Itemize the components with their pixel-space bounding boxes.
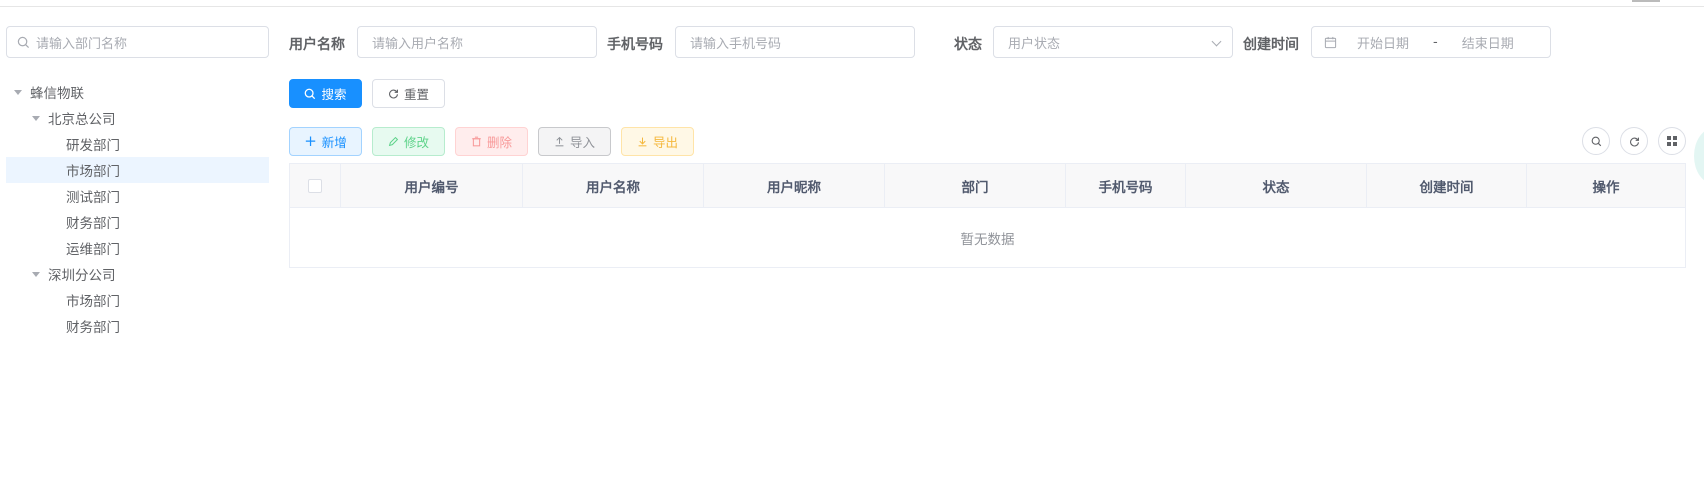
search-icon bbox=[305, 88, 316, 99]
start-date-placeholder: 开始日期 bbox=[1357, 36, 1410, 52]
column-header[interactable]: 状态 bbox=[1186, 164, 1367, 208]
column-header[interactable]: 手机号码 bbox=[1066, 164, 1186, 208]
tree-node-beijing[interactable]: 北京总公司 bbox=[6, 105, 269, 131]
status-placeholder: 用户状态 bbox=[1008, 36, 1061, 52]
upload-icon bbox=[555, 136, 564, 147]
tree-node-label: 深圳分公司 bbox=[48, 268, 116, 284]
edit-button[interactable]: 修改 bbox=[372, 127, 445, 156]
status-label: 状态 bbox=[954, 37, 982, 53]
tree-node-label: 市场部门 bbox=[66, 294, 120, 310]
caret-down-icon[interactable] bbox=[14, 89, 22, 95]
columns-button[interactable] bbox=[1658, 127, 1686, 155]
tree-node-label: 蜂信物联 bbox=[30, 86, 84, 102]
export-button[interactable]: 导出 bbox=[621, 127, 694, 156]
add-button-label: 新增 bbox=[321, 135, 347, 150]
top-right-mark bbox=[1632, 0, 1660, 2]
tree-node-shenzhen[interactable]: 深圳分公司 bbox=[6, 261, 269, 287]
phone-label: 手机号码 bbox=[607, 37, 663, 53]
chevron-down-icon bbox=[1211, 36, 1222, 47]
column-header[interactable]: 操作 bbox=[1527, 164, 1685, 208]
delete-button-label: 删除 bbox=[486, 135, 512, 150]
tree-node-label: 测试部门 bbox=[66, 190, 120, 206]
import-button-label: 导入 bbox=[569, 135, 595, 150]
top-divider bbox=[0, 6, 1704, 7]
download-icon bbox=[638, 137, 647, 147]
tree-node-leaf[interactable]: 测试部门 bbox=[6, 183, 269, 209]
dept-search-placeholder: 请输入部门名称 bbox=[36, 36, 128, 52]
end-date-placeholder: 结束日期 bbox=[1461, 36, 1514, 52]
refresh-icon bbox=[1629, 137, 1639, 146]
tree-node-leaf[interactable]: 研发部门 bbox=[6, 131, 269, 157]
add-button[interactable]: + 新增 bbox=[289, 127, 362, 156]
tree-node-label: 运维部门 bbox=[66, 242, 120, 258]
tree-node-label: 市场部门 bbox=[66, 164, 120, 180]
reset-button[interactable]: 重置 bbox=[372, 79, 445, 108]
tree-node-label: 财务部门 bbox=[66, 320, 120, 336]
tree-node-label: 北京总公司 bbox=[48, 112, 116, 128]
tree-node-leaf[interactable]: 运维部门 bbox=[6, 235, 269, 261]
toggle-search-button[interactable] bbox=[1582, 127, 1610, 155]
trash-icon bbox=[472, 136, 481, 147]
tree-node-label: 财务部门 bbox=[66, 216, 120, 232]
table-header: 用户编号 用户名称 用户昵称 部门 手机号码 状态 创建时间 操作 bbox=[290, 164, 1685, 208]
search-icon bbox=[1591, 136, 1601, 146]
column-header[interactable]: 创建时间 bbox=[1367, 164, 1527, 208]
dept-tree: 蜂信物联 北京总公司 研发部门 市场部门 测试部门 财务部门 运维部门 深圳分公… bbox=[6, 79, 269, 339]
search-icon bbox=[17, 36, 30, 48]
search-button-label: 搜索 bbox=[321, 87, 347, 102]
refresh-icon bbox=[389, 89, 398, 99]
select-all-checkbox[interactable] bbox=[308, 179, 322, 193]
tree-node-leaf[interactable]: 财务部门 bbox=[6, 313, 269, 339]
table-empty-text: 暂无数据 bbox=[960, 231, 1015, 248]
reset-button-label: 重置 bbox=[403, 87, 429, 102]
import-button[interactable]: 导入 bbox=[538, 127, 611, 156]
user-table: 用户编号 用户名称 用户昵称 部门 手机号码 状态 创建时间 操作 暂无数据 bbox=[289, 163, 1686, 268]
delete-button[interactable]: 删除 bbox=[455, 127, 528, 156]
plus-icon: + bbox=[304, 132, 317, 150]
username-label: 用户名称 bbox=[289, 37, 345, 53]
calendar-icon bbox=[1324, 36, 1337, 48]
phone-placeholder: 请输入手机号码 bbox=[690, 36, 782, 52]
date-range-separator: - bbox=[1433, 34, 1438, 50]
created-time-label: 创建时间 bbox=[1243, 37, 1299, 53]
column-header[interactable]: 用户名称 bbox=[523, 164, 704, 208]
username-placeholder: 请输入用户名称 bbox=[372, 36, 464, 52]
date-range-picker[interactable]: 开始日期 - 结束日期 bbox=[1311, 26, 1551, 58]
dept-search-input[interactable]: 请输入部门名称 bbox=[6, 26, 269, 58]
tree-node-leaf[interactable]: 市场部门 bbox=[6, 287, 269, 313]
edit-button-label: 修改 bbox=[403, 135, 429, 150]
edit-icon bbox=[388, 136, 399, 147]
tree-node-root[interactable]: 蜂信物联 bbox=[6, 79, 269, 105]
column-header[interactable]: 用户昵称 bbox=[704, 164, 885, 208]
tree-node-leaf[interactable]: 财务部门 bbox=[6, 209, 269, 235]
side-floating-handle[interactable] bbox=[1694, 128, 1704, 184]
column-header[interactable]: 用户编号 bbox=[341, 164, 523, 208]
select-all-cell bbox=[290, 164, 341, 208]
search-button[interactable]: 搜索 bbox=[289, 79, 362, 108]
grid-icon bbox=[1667, 136, 1677, 146]
tree-node-leaf-selected[interactable]: 市场部门 bbox=[6, 157, 269, 183]
export-button-label: 导出 bbox=[652, 135, 678, 150]
username-input[interactable]: 请输入用户名称 bbox=[357, 26, 597, 58]
status-select[interactable]: 用户状态 bbox=[993, 26, 1233, 58]
caret-down-icon[interactable] bbox=[32, 115, 40, 121]
tree-node-label: 研发部门 bbox=[66, 138, 120, 154]
column-header[interactable]: 部门 bbox=[885, 164, 1066, 208]
phone-input[interactable]: 请输入手机号码 bbox=[675, 26, 915, 58]
caret-down-icon[interactable] bbox=[32, 271, 40, 277]
refresh-button[interactable] bbox=[1620, 127, 1648, 155]
